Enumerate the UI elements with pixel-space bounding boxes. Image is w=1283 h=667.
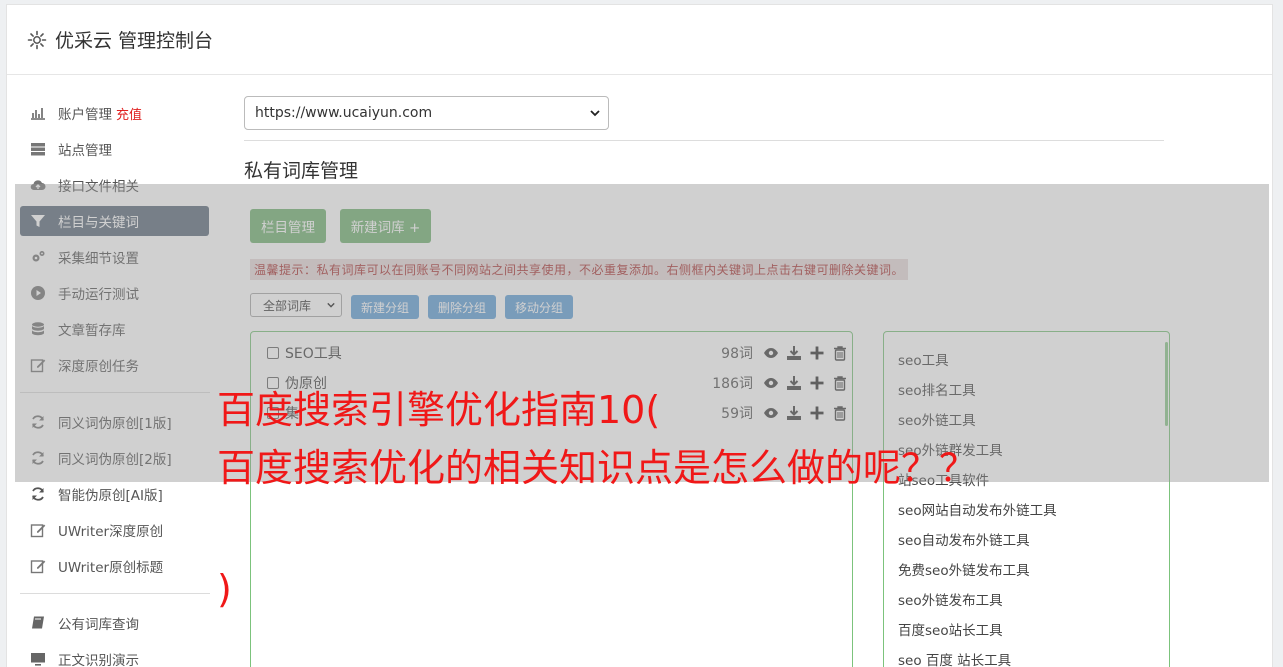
sidebar-item-public-lib[interactable]: 公有词库查询 bbox=[20, 608, 209, 638]
sidebar-item-ai-original[interactable]: 智能伪原创[AI版] bbox=[20, 479, 209, 509]
refresh-icon bbox=[32, 487, 44, 501]
book-icon bbox=[32, 616, 44, 629]
sidebar-item-sites[interactable]: 站点管理 bbox=[20, 134, 209, 164]
overlay-title-line-1: 百度搜索引擎优化指南10( bbox=[217, 388, 661, 432]
keyword-item[interactable]: seo 百度 站长工具 bbox=[898, 649, 1011, 667]
header: 优采云 管理控制台 bbox=[7, 5, 1272, 75]
chevron-down-icon bbox=[590, 110, 600, 117]
sidebar-item-label: UWriter深度原创 bbox=[58, 524, 164, 540]
keyword-item[interactable]: 免费seo外链发布工具 bbox=[898, 559, 1030, 579]
sidebar-item-account[interactable]: 账户管理 充值 bbox=[20, 98, 209, 128]
sidebar-item-label: 账户管理 bbox=[58, 107, 112, 123]
sidebar-item-uwriter-deep[interactable]: UWriter深度原创 bbox=[20, 515, 209, 545]
sidebar-item-label: UWriter原创标题 bbox=[58, 560, 164, 576]
divider bbox=[244, 140, 1164, 141]
sidebar-item-text-recognition[interactable]: 正文识别演示 bbox=[20, 644, 209, 667]
edit-icon bbox=[30, 524, 46, 538]
site-select-value: https://www.ucaiyun.com bbox=[255, 105, 433, 121]
keyword-item[interactable]: seo网站自动发布外链工具 bbox=[898, 499, 1057, 519]
sidebar-item-uwriter-title[interactable]: UWriter原创标题 bbox=[20, 551, 209, 581]
recharge-link[interactable]: 充值 bbox=[116, 104, 142, 123]
keyword-item[interactable]: seo自动发布外链工具 bbox=[898, 529, 1030, 549]
sidebar-item-label: 公有词库查询 bbox=[58, 617, 139, 633]
sidebar-item-label: 智能伪原创[AI版] bbox=[58, 488, 163, 504]
edit-icon bbox=[30, 560, 46, 574]
page-title: 优采云 管理控制台 bbox=[55, 30, 214, 52]
keyword-item[interactable]: 百度seo站长工具 bbox=[898, 619, 1003, 639]
overlay-title-line-2: 百度搜索优化的相关知识点是怎么做的呢？？ bbox=[217, 446, 978, 490]
section-title: 私有词库管理 bbox=[244, 160, 359, 182]
grey-overlay bbox=[15, 184, 1269, 482]
server-icon bbox=[31, 143, 45, 156]
monitor-icon bbox=[31, 653, 45, 666]
sidebar-item-label: 正文识别演示 bbox=[58, 653, 139, 667]
site-select[interactable]: https://www.ucaiyun.com bbox=[244, 96, 609, 130]
sidebar-item-label: 站点管理 bbox=[58, 143, 112, 159]
sidebar-divider bbox=[20, 593, 210, 594]
overlay-title-line-3: ) bbox=[217, 567, 232, 611]
gear-icon bbox=[27, 30, 47, 49]
bar-chart-icon bbox=[31, 108, 45, 120]
keyword-item[interactable]: seo外链发布工具 bbox=[898, 589, 1003, 609]
